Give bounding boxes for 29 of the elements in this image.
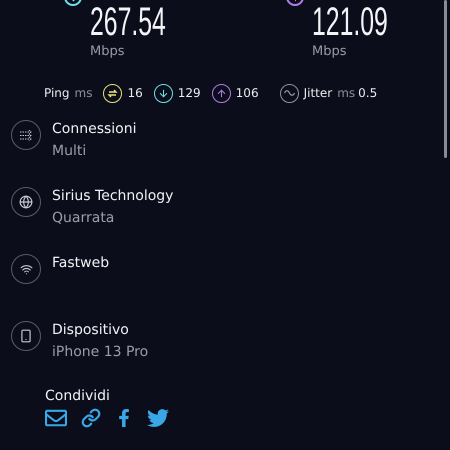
detail-subtitle: Quarrata xyxy=(52,210,116,226)
globe-icon xyxy=(19,195,33,209)
speed-unit: Mbps xyxy=(90,44,124,59)
detail-subtitle: iPhone 13 Pro xyxy=(52,344,148,360)
scrollbar[interactable] xyxy=(444,0,447,158)
email-icon[interactable] xyxy=(45,407,67,429)
twitter-icon[interactable] xyxy=(147,407,169,429)
ping-label: Ping xyxy=(44,86,70,100)
share-title: Condividi xyxy=(45,388,111,404)
link-icon[interactable] xyxy=(81,408,101,428)
phone-icon xyxy=(19,329,33,343)
speed-unit: Mbps xyxy=(312,44,346,59)
ping-value: 129 xyxy=(178,86,201,100)
ping-value: 16 xyxy=(127,86,143,100)
jitter-unit: ms xyxy=(337,86,356,100)
ping-value: 106 xyxy=(236,86,259,100)
speed-value: 267.54 xyxy=(90,2,166,42)
wifi-icon xyxy=(20,262,32,276)
ping-unit: ms xyxy=(74,86,92,100)
arrows-icon xyxy=(20,130,32,140)
jitter-label: Jitter xyxy=(304,86,332,100)
detail-title: Sirius Technology xyxy=(52,188,174,204)
detail-title: Connessioni xyxy=(52,121,137,137)
jitter-value: 0.5 xyxy=(358,86,378,100)
detail-subtitle: Multi xyxy=(52,143,88,159)
detail-title: Dispositivo xyxy=(52,322,130,338)
detail-title: Fastweb xyxy=(52,255,110,271)
wave-icon xyxy=(280,84,299,102)
speed-value: 121.09 xyxy=(312,2,388,42)
